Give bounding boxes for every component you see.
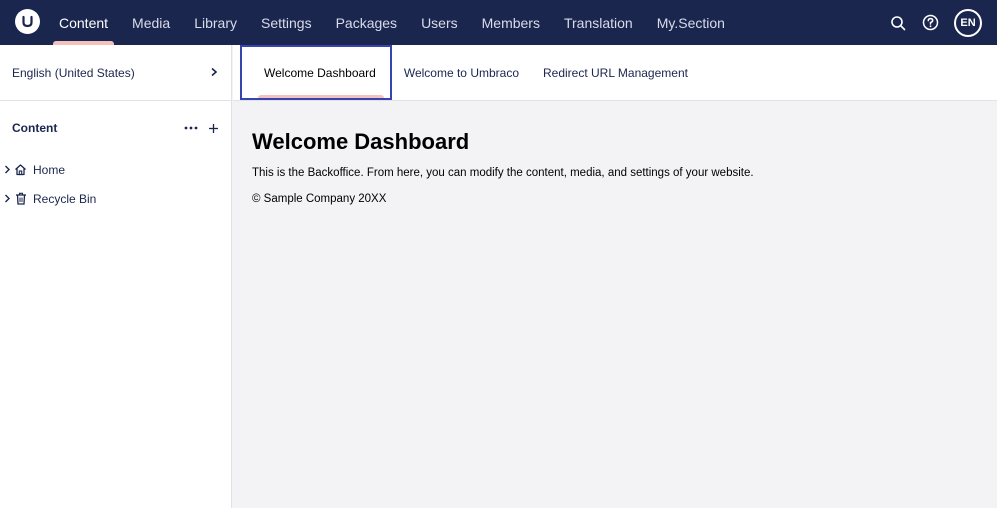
help-icon[interactable] <box>914 7 946 39</box>
user-avatar[interactable]: EN <box>954 8 982 37</box>
nav-packages[interactable]: Packages <box>324 0 409 45</box>
tree-item-label: Home <box>33 162 66 177</box>
nav-translation[interactable]: Translation <box>552 0 645 45</box>
tree-title: Content <box>12 121 58 135</box>
main-panel: Welcome Dashboard Welcome to Umbraco Red… <box>233 45 997 508</box>
section-nav: Content Media Library Settings Packages … <box>47 0 737 45</box>
home-icon <box>12 163 29 176</box>
top-bar: Content Media Library Settings Packages … <box>0 0 997 45</box>
trash-icon <box>12 192 29 205</box>
dashboard-description: This is the Backoffice. From here, you c… <box>252 167 754 179</box>
tab-welcome-dashboard[interactable]: Welcome Dashboard <box>240 45 392 100</box>
more-actions-icon[interactable] <box>184 126 198 130</box>
dashboard-tabs: Welcome Dashboard Welcome to Umbraco Red… <box>233 45 997 101</box>
tree-item-recycle-bin[interactable]: Recycle Bin <box>0 184 231 213</box>
nav-media[interactable]: Media <box>120 0 182 45</box>
chevron-right-icon[interactable] <box>2 165 12 174</box>
nav-library[interactable]: Library <box>182 0 249 45</box>
language-selector[interactable]: English (United States) <box>0 45 231 101</box>
header-actions: EN <box>882 0 982 45</box>
tree-item-home[interactable]: Home <box>0 155 231 184</box>
tab-redirect-url-management[interactable]: Redirect URL Management <box>531 45 700 100</box>
copyright-text: © Sample Company 20XX <box>252 193 387 205</box>
tree-header: Content <box>0 101 231 155</box>
nav-users[interactable]: Users <box>409 0 470 45</box>
content-sidebar: English (United States) Content Home Rec… <box>0 45 232 508</box>
umbraco-logo-icon[interactable] <box>15 9 40 34</box>
tab-welcome-to-umbraco[interactable]: Welcome to Umbraco <box>392 45 531 100</box>
nav-my-section[interactable]: My.Section <box>645 0 737 45</box>
nav-content[interactable]: Content <box>47 0 120 45</box>
tree-item-label: Recycle Bin <box>33 191 97 206</box>
search-icon[interactable] <box>882 7 914 39</box>
page-title: Welcome Dashboard <box>252 129 470 154</box>
nav-settings[interactable]: Settings <box>249 0 324 45</box>
chevron-right-icon[interactable] <box>2 194 12 203</box>
dashboard-content: Welcome Dashboard This is the Backoffice… <box>233 101 997 205</box>
nav-members[interactable]: Members <box>470 0 552 45</box>
tree-actions <box>184 123 219 134</box>
add-icon[interactable] <box>208 123 219 134</box>
chevron-right-icon <box>209 66 219 80</box>
language-label: English (United States) <box>12 65 135 80</box>
